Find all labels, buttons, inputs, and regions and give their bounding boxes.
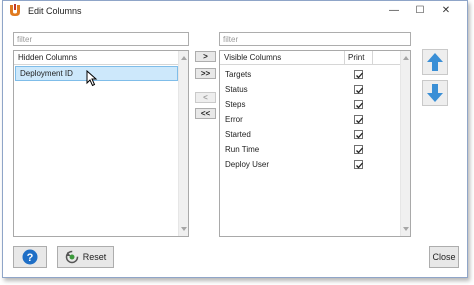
print-checkbox[interactable]: [354, 70, 363, 79]
window-title: Edit Columns: [28, 6, 82, 16]
visible-item-label: Steps: [225, 100, 246, 109]
header-divider: [344, 51, 345, 65]
print-checkbox[interactable]: [354, 100, 363, 109]
help-button[interactable]: ?: [13, 246, 47, 268]
hidden-columns-list[interactable]: Hidden Columns Deployment ID: [13, 50, 189, 237]
scroll-up-arrow-icon[interactable]: [401, 53, 410, 63]
minimize-button[interactable]: —: [385, 2, 403, 18]
reset-icon: [65, 250, 78, 264]
hidden-filter-input[interactable]: [13, 32, 189, 46]
hidden-item-label: Deployment ID: [20, 69, 73, 78]
visible-list-item[interactable]: Error: [221, 112, 399, 127]
print-checkbox[interactable]: [354, 85, 363, 94]
move-all-left-button[interactable]: <<: [195, 108, 216, 119]
hidden-list-scrollbar[interactable]: [178, 51, 188, 236]
visible-list-item[interactable]: Deploy User: [221, 157, 399, 172]
visible-list-item[interactable]: Steps: [221, 97, 399, 112]
close-button[interactable]: Close: [429, 246, 459, 268]
move-down-button[interactable]: [422, 80, 448, 106]
reset-label: Reset: [82, 252, 107, 262]
edit-columns-dialog: Edit Columns — ☐ ✕ Hidden Columns Deploy…: [2, 0, 468, 278]
visible-filter-input[interactable]: [219, 32, 411, 46]
visible-item-label: Started: [225, 130, 251, 139]
move-left-button[interactable]: <: [195, 92, 216, 103]
move-up-button[interactable]: [422, 49, 448, 75]
visible-item-label: Status: [225, 85, 248, 94]
arrow-up-icon: [427, 53, 443, 71]
maximize-button[interactable]: ☐: [411, 2, 429, 18]
app-logo-icon: [10, 4, 20, 16]
visible-columns-header: Visible Columns: [224, 53, 282, 62]
visible-item-label: Error: [225, 115, 243, 124]
print-header: Print: [348, 53, 365, 62]
print-checkbox[interactable]: [354, 160, 363, 169]
move-right-button[interactable]: >: [195, 51, 216, 62]
visible-item-label: Deploy User: [225, 160, 270, 169]
close-window-button[interactable]: ✕: [437, 2, 455, 18]
help-glyph: ?: [27, 252, 34, 264]
visible-list-item[interactable]: Run Time: [221, 142, 399, 157]
visible-item-label: Run Time: [225, 145, 260, 154]
print-checkbox[interactable]: [354, 115, 363, 124]
hidden-list-header: Hidden Columns: [14, 51, 178, 65]
scroll-down-arrow-icon[interactable]: [401, 224, 410, 234]
reset-button[interactable]: Reset: [57, 246, 114, 268]
mouse-cursor-icon: [86, 70, 98, 87]
visible-list-scrollbar[interactable]: [400, 51, 410, 236]
visible-item-label: Targets: [225, 70, 252, 79]
visible-columns-list[interactable]: Visible Columns Print Targets Status Ste…: [219, 50, 411, 237]
scroll-up-arrow-icon[interactable]: [179, 53, 188, 63]
print-checkbox[interactable]: [354, 130, 363, 139]
header-divider: [372, 51, 373, 65]
visible-list-item[interactable]: Targets: [221, 67, 399, 82]
title-bar: Edit Columns — ☐ ✕: [3, 1, 467, 21]
visible-list-item[interactable]: Started: [221, 127, 399, 142]
scroll-down-arrow-icon[interactable]: [179, 224, 188, 234]
help-icon: ?: [22, 249, 38, 265]
visible-list-item[interactable]: Status: [221, 82, 399, 97]
hidden-columns-header: Hidden Columns: [18, 53, 78, 62]
move-all-right-button[interactable]: >>: [195, 68, 216, 79]
visible-list-header: Visible Columns Print: [220, 51, 400, 65]
print-checkbox[interactable]: [354, 145, 363, 154]
arrow-down-icon: [427, 84, 443, 102]
